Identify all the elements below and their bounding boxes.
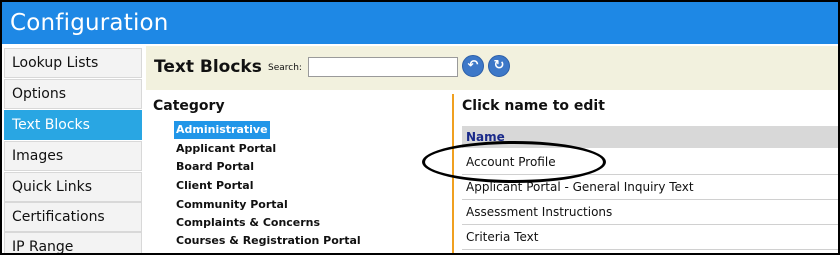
category-heading: Category <box>153 98 225 114</box>
sidebar-item-text-blocks[interactable]: Text Blocks <box>4 110 142 140</box>
column-header-name[interactable]: Name <box>466 130 505 144</box>
search-input[interactable] <box>308 57 458 77</box>
category-panel: Category Administrative Applicant Portal… <box>146 96 451 253</box>
category-item-client-portal[interactable]: Client Portal <box>174 177 256 195</box>
sidebar: Lookup Lists Options Text Blocks Images … <box>4 48 142 253</box>
list-item-applicant-portal-inquiry[interactable]: Applicant Portal - General Inquiry Text <box>462 175 838 200</box>
app-title: Configuration <box>10 10 169 36</box>
list-item-assessment-instructions[interactable]: Assessment Instructions <box>462 200 838 225</box>
page-title: Text Blocks <box>154 57 262 77</box>
main-panel: Text Blocks Search: ↶ ↻ Category Adminis… <box>146 46 838 253</box>
sidebar-item-lookup-lists[interactable]: Lookup Lists <box>4 48 142 78</box>
search-label: Search: <box>268 63 302 73</box>
sidebar-item-images[interactable]: Images <box>4 141 142 171</box>
sidebar-item-ip-range[interactable]: IP Range <box>4 232 142 253</box>
list-item-criteria-text[interactable]: Criteria Text <box>462 225 838 250</box>
sidebar-item-options[interactable]: Options <box>4 79 142 109</box>
toolbar: Text Blocks Search: ↶ ↻ <box>146 46 838 90</box>
sidebar-item-certifications[interactable]: Certifications <box>4 202 142 232</box>
row-label[interactable]: Applicant Portal - General Inquiry Text <box>466 180 694 194</box>
category-item-complaints-concerns[interactable]: Complaints & Concerns <box>174 214 322 232</box>
list-header: Name <box>462 126 838 148</box>
row-label[interactable]: Criteria Text <box>466 230 538 244</box>
category-item-courses-registration-portal[interactable]: Courses & Registration Portal <box>174 232 363 250</box>
category-item-board-portal[interactable]: Board Portal <box>174 158 256 176</box>
text-block-list: Click name to edit Name Account Profile … <box>422 96 838 253</box>
title-bar: Configuration <box>2 2 838 44</box>
list-item-account-profile[interactable]: Account Profile <box>422 141 838 183</box>
row-label[interactable]: Account Profile <box>466 155 556 169</box>
category-item-applicant-portal[interactable]: Applicant Portal <box>174 140 278 158</box>
refresh-icon[interactable]: ↻ <box>488 55 510 77</box>
category-item-community-portal[interactable]: Community Portal <box>174 196 290 214</box>
panel-divider <box>452 94 454 253</box>
back-arrow-icon[interactable]: ↶ <box>462 55 484 77</box>
category-item-administrative[interactable]: Administrative <box>174 121 270 139</box>
sidebar-item-quick-links[interactable]: Quick Links <box>4 172 142 202</box>
row-label[interactable]: Assessment Instructions <box>466 205 612 219</box>
list-heading: Click name to edit <box>462 98 605 114</box>
configuration-window: Configuration Lookup Lists Options Text … <box>0 0 840 255</box>
